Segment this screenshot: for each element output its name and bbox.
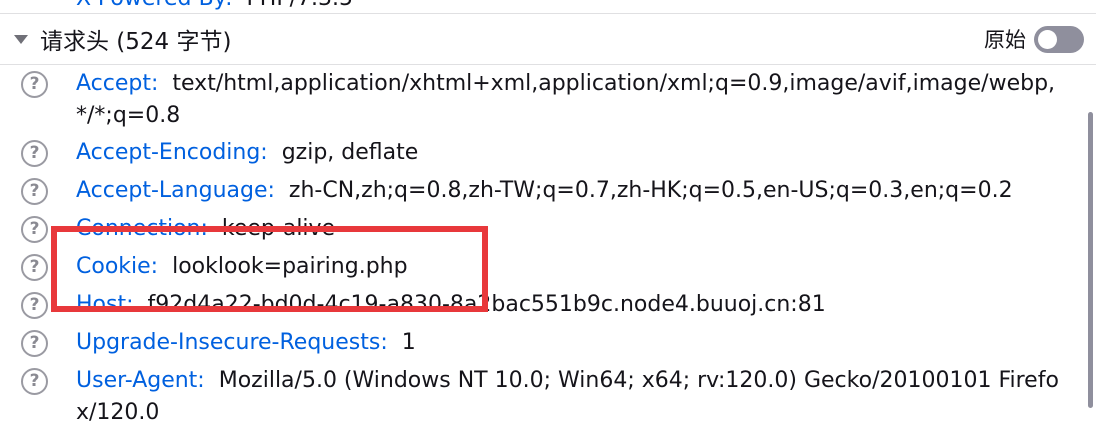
previous-header-row: X-Powered-By: PHP/7.3.5 xyxy=(0,0,1096,12)
header-value: text/html,application/xhtml+xml,applicat… xyxy=(76,71,1056,128)
raw-toggle-group[interactable]: 原始 xyxy=(984,24,1084,54)
help-icon[interactable]: ? xyxy=(21,254,48,281)
help-icon[interactable]: ? xyxy=(21,178,48,205)
header-value: Mozilla/5.0 (Windows NT 10.0; Win64; x64… xyxy=(76,368,1059,425)
header-name[interactable]: Accept-Language: xyxy=(76,178,275,203)
help-icon[interactable]: ? xyxy=(21,140,48,167)
header-value: 1 xyxy=(401,330,416,355)
header-name[interactable]: Upgrade-Insecure-Requests: xyxy=(76,330,388,355)
raw-toggle-switch[interactable] xyxy=(1034,25,1084,53)
red-highlight-annotation xyxy=(51,226,488,312)
divider xyxy=(0,64,1096,65)
header-value: gzip, deflate xyxy=(281,140,419,165)
header-name[interactable]: Accept: xyxy=(76,71,158,96)
header-value: PHP/7.3.5 xyxy=(247,0,353,11)
header-name[interactable]: X-Powered-By: xyxy=(76,0,233,11)
network-headers-panel: X-Powered-By: PHP/7.3.5 请求头 (524 字节) 原始 … xyxy=(0,0,1096,433)
help-icon[interactable]: ? xyxy=(21,368,48,395)
toggle-knob xyxy=(1038,29,1057,49)
help-icon[interactable]: ? xyxy=(21,292,48,319)
request-headers-section-header[interactable]: 请求头 (524 字节) 原始 xyxy=(0,14,1096,64)
header-name[interactable]: User-Agent: xyxy=(76,368,205,393)
section-title: 请求头 (524 字节) xyxy=(40,29,232,55)
help-icon[interactable]: ? xyxy=(21,71,48,98)
header-value: zh-CN,zh;q=0.8,zh-TW;q=0.7,zh-HK;q=0.5,e… xyxy=(288,178,1013,203)
vertical-scrollbar[interactable] xyxy=(1088,112,1093,408)
help-icon[interactable]: ? xyxy=(21,330,48,357)
raw-label: 原始 xyxy=(984,28,1026,52)
header-name[interactable]: Accept-Encoding: xyxy=(76,140,268,165)
expand-toggle-icon[interactable] xyxy=(14,34,28,44)
help-icon[interactable]: ? xyxy=(21,216,48,243)
